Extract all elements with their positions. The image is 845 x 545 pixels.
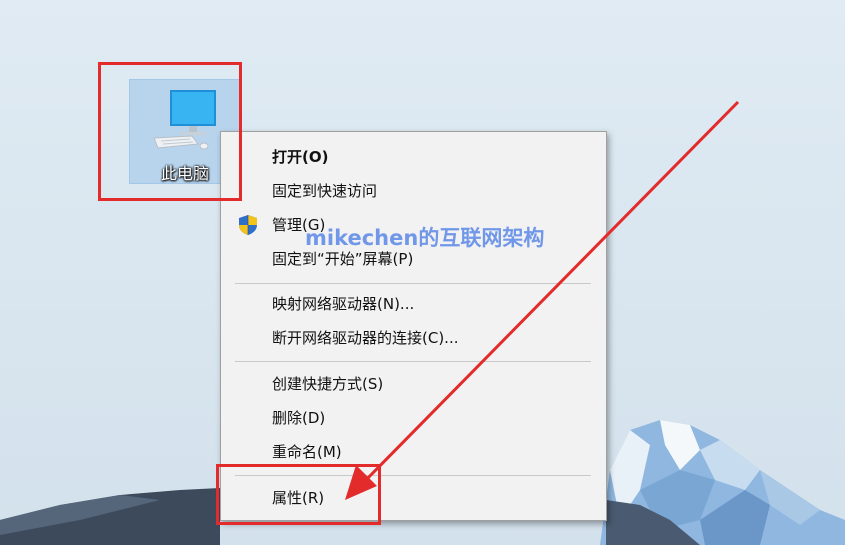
annotation-arrow	[345, 100, 740, 500]
